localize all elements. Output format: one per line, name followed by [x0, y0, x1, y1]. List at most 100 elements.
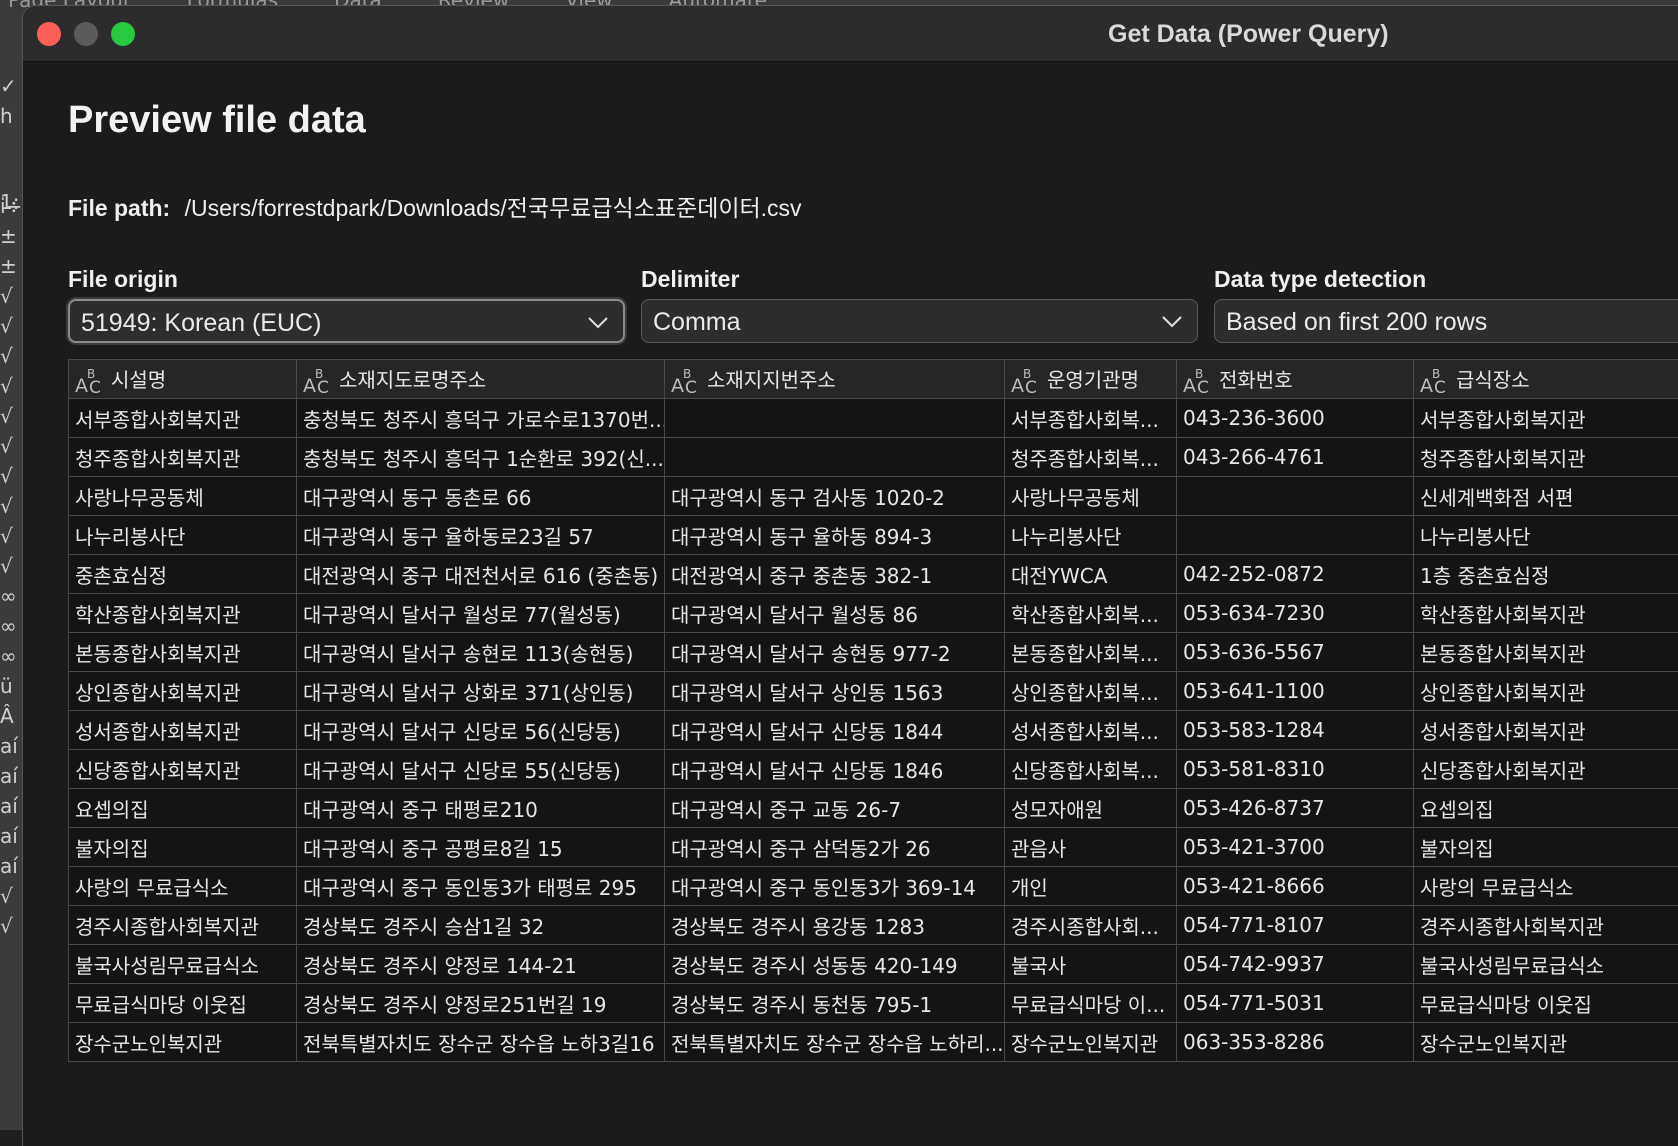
background-cell-glyph: h [0, 104, 22, 128]
column-header-label: 시설명 [111, 368, 166, 392]
table-cell: 053-636-5567 [1177, 633, 1414, 672]
text-type-icon[interactable]: ABC [75, 370, 105, 394]
background-cell-glyph: √ [0, 914, 22, 938]
table-row: 장수군노인복지관전북특별자치도 장수군 장수읍 노하3길16전북특별자치도 장수… [69, 1023, 1678, 1062]
table-cell: 무료급식마당 이웃집 [1414, 984, 1678, 1023]
table-row: 중촌효심정대전광역시 중구 대전천서로 616 (중촌동)대전광역시 중구 중촌… [69, 555, 1678, 594]
table-cell: 경상북도 경주시 동천동 795-1 [665, 984, 1005, 1023]
data-type-detection-dropdown[interactable]: Based on first 200 rows [1214, 299, 1678, 343]
background-cell-glyph: aí [0, 794, 22, 818]
table-cell: 장수군노인복지관 [1005, 1023, 1177, 1062]
table-cell: 상인종합사회복지관 [69, 672, 297, 711]
table-cell: 054-771-5031 [1177, 984, 1414, 1023]
delimiter-value: Comma [653, 308, 741, 336]
file-origin-value: 51949: Korean (EUC) [81, 309, 321, 337]
table-cell [1177, 477, 1414, 516]
table-cell: 대구광역시 달서구 월성로 77(월성동) [297, 594, 665, 633]
column-header[interactable]: ABC운영기관명 [1005, 360, 1177, 399]
table-cell: 불자의집 [69, 828, 297, 867]
file-origin-dropdown[interactable]: 51949: Korean (EUC) [68, 299, 625, 343]
preview-table-container[interactable]: ABC시설명ABC소재지도로명주소ABC소재지지번주소ABC운영기관명ABC전화… [68, 359, 1678, 1146]
table-cell: 성서종합사회복... [1005, 711, 1177, 750]
table-cell: 본동종합사회복지관 [69, 633, 297, 672]
table-cell: 상인종합사회복지관 [1414, 672, 1678, 711]
delimiter-dropdown[interactable]: Comma [641, 299, 1198, 343]
table-cell: 053-634-7230 [1177, 594, 1414, 633]
column-header-label: 소재지지번주소 [707, 368, 836, 392]
table-cell: 대구광역시 동구 검사동 1020-2 [665, 477, 1005, 516]
column-header[interactable]: ABC급식장소 [1414, 360, 1678, 399]
text-type-icon[interactable]: ABC [1183, 370, 1213, 394]
table-cell: 대전광역시 중구 대전천서로 616 (중촌동) [297, 555, 665, 594]
table-row: 성서종합사회복지관대구광역시 달서구 신당로 56(신당동)대구광역시 달서구 … [69, 711, 1678, 750]
minimize-window-button[interactable] [74, 22, 98, 46]
column-header[interactable]: ABC소재지지번주소 [665, 360, 1005, 399]
table-cell: 대전YWCA [1005, 555, 1177, 594]
table-cell: 장수군노인복지관 [1414, 1023, 1678, 1062]
background-cell-glyph: aí [0, 854, 22, 878]
table-cell: 대구광역시 달서구 신당로 55(신당동) [297, 750, 665, 789]
table-cell: 대구광역시 중구 동인동3가 태평로 295 [297, 867, 665, 906]
table-cell: 경상북도 경주시 양정로251번길 19 [297, 984, 665, 1023]
column-header[interactable]: ABC소재지도로명주소 [297, 360, 665, 399]
column-header[interactable]: ABC시설명 [69, 360, 297, 399]
delimiter-label: Delimiter [641, 266, 739, 293]
table-cell: 청주종합사회복지관 [69, 438, 297, 477]
table-cell: 학산종합사회복지관 [69, 594, 297, 633]
file-path: File path: /Users/forrestdpark/Downloads… [68, 189, 802, 223]
text-type-icon[interactable]: ABC [303, 370, 333, 394]
table-cell: 나누리봉사단 [1005, 516, 1177, 555]
table-header-row: ABC시설명ABC소재지도로명주소ABC소재지지번주소ABC운영기관명ABC전화… [69, 360, 1678, 399]
table-cell: 경상북도 경주시 용강동 1283 [665, 906, 1005, 945]
table-cell: 신세계백화점 서편 [1414, 477, 1678, 516]
table-cell: 장수군노인복지관 [69, 1023, 297, 1062]
table-cell: 전북특별자치도 장수군 장수읍 노하3길16 [297, 1023, 665, 1062]
table-cell: 대구광역시 달서구 신당동 1844 [665, 711, 1005, 750]
table-cell: 대구광역시 달서구 상화로 371(상인동) [297, 672, 665, 711]
table-cell: 경상북도 경주시 성동동 420-149 [665, 945, 1005, 984]
table-cell: 042-252-0872 [1177, 555, 1414, 594]
table-cell: 개인 [1005, 867, 1177, 906]
table-cell: 대구광역시 동구 동촌로 66 [297, 477, 665, 516]
close-window-button[interactable] [37, 22, 61, 46]
table-cell: 학산종합사회복지관 [1414, 594, 1678, 633]
column-header[interactable]: ABC전화번호 [1177, 360, 1414, 399]
text-type-icon[interactable]: ABC [1011, 370, 1041, 394]
background-cell-glyph: ü [0, 674, 22, 698]
background-cell-glyph: ∞ [0, 644, 22, 668]
table-cell: 대구광역시 중구 삼덕동2가 26 [665, 828, 1005, 867]
table-cell: 경상북도 경주시 양정로 144-21 [297, 945, 665, 984]
background-cell-glyph: ± [0, 254, 22, 278]
table-cell: 대구광역시 달서구 신당동 1846 [665, 750, 1005, 789]
table-cell: 충청북도 청주시 흥덕구 1순환로 392(신... [297, 438, 665, 477]
table-cell: 대구광역시 달서구 상인동 1563 [665, 672, 1005, 711]
table-row: 불국사성림무료급식소경상북도 경주시 양정로 144-21경상북도 경주시 성동… [69, 945, 1678, 984]
table-cell: 중촌효심정 [69, 555, 297, 594]
table-cell: 대구광역시 동구 율하동 894-3 [665, 516, 1005, 555]
data-type-detection-label: Data type detection [1214, 266, 1426, 293]
column-header-label: 소재지도로명주소 [339, 368, 486, 392]
table-cell: 신당종합사회복지관 [1414, 750, 1678, 789]
table-row: 불자의집대구광역시 중구 공평로8길 15대구광역시 중구 삼덕동2가 26관음… [69, 828, 1678, 867]
background-cell-glyph: aí [0, 734, 22, 758]
column-header-label: 운영기관명 [1047, 368, 1139, 392]
maximize-window-button[interactable] [111, 22, 135, 46]
table-cell: 상인종합사회복... [1005, 672, 1177, 711]
table-cell: 사랑의 무료급식소 [1414, 867, 1678, 906]
page-title: Preview file data [68, 99, 366, 142]
background-cell-glyph: aí [0, 824, 22, 848]
text-type-icon[interactable]: ABC [671, 370, 701, 394]
table-cell: 나누리봉사단 [1414, 516, 1678, 555]
table-row: 상인종합사회복지관대구광역시 달서구 상화로 371(상인동)대구광역시 달서구… [69, 672, 1678, 711]
table-cell: 불자의집 [1414, 828, 1678, 867]
text-type-icon[interactable]: ABC [1420, 370, 1450, 394]
table-cell [665, 438, 1005, 477]
background-cell-glyph: √ [0, 554, 22, 578]
table-row: 서부종합사회복지관충청북도 청주시 흥덕구 가로수로1370번...서부종합사회… [69, 399, 1678, 438]
titlebar: Get Data (Power Query) [23, 6, 1678, 62]
table-cell: 053-421-3700 [1177, 828, 1414, 867]
table-cell: 서부종합사회복지관 [1414, 399, 1678, 438]
table-cell: 053-426-8737 [1177, 789, 1414, 828]
table-cell: 불국사 [1005, 945, 1177, 984]
table-cell: 신당종합사회복지관 [69, 750, 297, 789]
